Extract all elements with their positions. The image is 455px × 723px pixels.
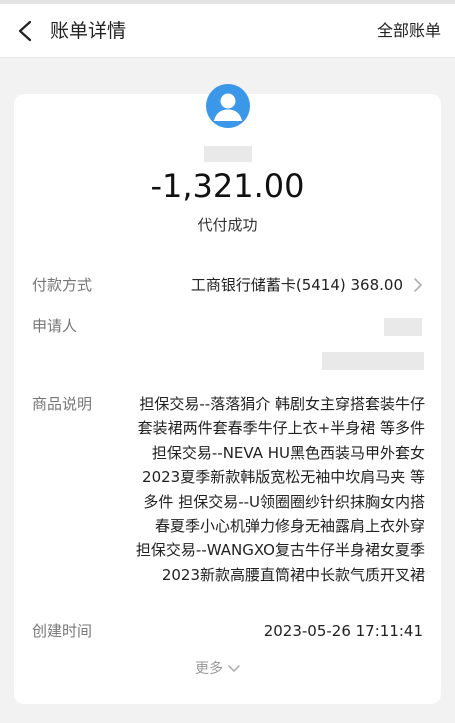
chevron-right-icon[interactable] bbox=[412, 277, 424, 293]
applicant-account-redacted bbox=[322, 352, 424, 370]
created-time-label: 创建时间 bbox=[32, 622, 93, 640]
description-line: 2023新款高腰直筒裙中长款气质开叉裙 bbox=[161, 565, 425, 584]
description-line: 担保交易--落落狷介 韩剧女主穿搭套装牛仔 bbox=[139, 395, 425, 413]
header-bar: 账单详情 全部账单 bbox=[0, 4, 455, 58]
description-line: 担保交易--WANGXO复古牛仔半身裙女夏季 bbox=[135, 541, 425, 560]
description-line: 担保交易--NEVA HU黑色西装马甲外套女 bbox=[151, 443, 425, 462]
payment-method-value[interactable]: 工商银行储蓄卡(5414) 368.00 bbox=[191, 274, 403, 296]
page-title: 账单详情 bbox=[50, 20, 127, 42]
applicant-label: 申请人 bbox=[32, 317, 78, 335]
description-label: 商品说明 bbox=[32, 395, 93, 413]
all-bills-link[interactable]: 全部账单 bbox=[377, 20, 441, 42]
description-line: 2023夏季新款韩版宽松无袖中坎肩马夹 等 bbox=[142, 468, 425, 487]
payment-method-label: 付款方式 bbox=[32, 276, 93, 294]
more-label: 更多 bbox=[195, 661, 223, 677]
description-line: 春夏季小心机弹力修身无袖露肩上衣外穿 bbox=[154, 517, 425, 536]
description-line: 多件 担保交易--U领圈圈纱针织抹胸女内搭 bbox=[143, 492, 425, 511]
transaction-status: 代付成功 bbox=[197, 216, 258, 234]
amount-value: -1,321.00 bbox=[150, 167, 305, 205]
payee-name-redacted bbox=[204, 146, 252, 162]
more-button[interactable]: 更多 bbox=[195, 658, 241, 680]
description-text: 担保交易--落落狷介 韩剧女主穿搭套装牛仔 套装裙两件套春季牛仔上衣+半身裙 等… bbox=[108, 392, 425, 587]
user-avatar-icon bbox=[206, 84, 250, 128]
created-time-value: 2023-05-26 17:11:41 bbox=[263, 622, 423, 640]
chevron-down-icon bbox=[228, 665, 240, 672]
description-line: 套装裙两件套春季牛仔上衣+半身裙 等多件 bbox=[137, 419, 425, 438]
applicant-name-redacted bbox=[384, 318, 422, 336]
back-chevron-icon[interactable] bbox=[16, 19, 36, 43]
